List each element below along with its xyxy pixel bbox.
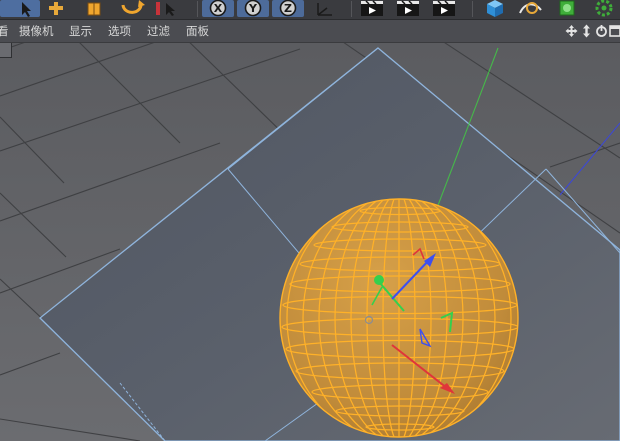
- cursor-recent-icon: [156, 2, 175, 16]
- toolbar-separator: [351, 1, 352, 17]
- viewport-corner-tab[interactable]: [0, 43, 12, 58]
- clapperboard-settings-icon: [433, 0, 455, 16]
- z-axis-lock-icon: Z: [279, 0, 297, 17]
- spline-pen-icon: [519, 2, 542, 14]
- viewport-menubar: 看 摄像机 显示 选项 过滤 面板: [0, 20, 620, 43]
- rotate-tool-button[interactable]: [117, 0, 151, 17]
- perspective-viewport[interactable]: [0, 43, 620, 441]
- cloner-icon: [595, 0, 613, 17]
- maximize-view-icon[interactable]: [609, 24, 620, 38]
- clapperboard-icon: [361, 0, 383, 16]
- cube-icon: [487, 0, 503, 17]
- toolbar-separator: [472, 1, 473, 17]
- move-view-icon[interactable]: [565, 24, 578, 38]
- coordinate-system-button[interactable]: [310, 0, 342, 17]
- y-axis-label: Y: [248, 2, 258, 15]
- lock-y-axis-button[interactable]: Y: [237, 0, 269, 17]
- move-cross-icon: [49, 2, 63, 15]
- scale-cube-icon: [87, 2, 101, 16]
- menu-options[interactable]: 选项: [108, 23, 131, 39]
- gizmo-y-handle[interactable]: [374, 275, 384, 285]
- selection-tool-button[interactable]: [0, 0, 40, 17]
- recent-tools-button[interactable]: [154, 0, 192, 17]
- clapperboard-play-icon: [397, 0, 419, 16]
- menu-view[interactable]: 看: [0, 23, 9, 39]
- coordinate-system-icon: [317, 3, 332, 16]
- z-axis-label: Z: [284, 2, 292, 15]
- add-cube-button[interactable]: [478, 0, 512, 17]
- add-spline-button[interactable]: [515, 0, 549, 17]
- render-settings-button[interactable]: [429, 0, 461, 17]
- scale-tool-button[interactable]: [80, 0, 110, 17]
- cinema4d-editor: X Y Z 看 摄像机 显示 选项 过滤 面板: [0, 0, 620, 441]
- dolly-view-icon[interactable]: [580, 24, 593, 38]
- x-axis-label: X: [214, 2, 223, 15]
- menu-display[interactable]: 显示: [69, 23, 92, 39]
- menu-cameras[interactable]: 摄像机: [19, 23, 54, 39]
- rotate-view-icon[interactable]: [595, 24, 608, 38]
- render-view-button[interactable]: [357, 0, 389, 17]
- menu-filter[interactable]: 过滤: [147, 23, 170, 39]
- y-axis-lock-icon: Y: [244, 0, 262, 17]
- add-array-button[interactable]: [589, 0, 620, 17]
- cursor-arrow-icon: [22, 2, 31, 17]
- x-axis-lock-icon: X: [209, 0, 227, 17]
- subdivision-surface-icon: [559, 0, 575, 16]
- lock-z-axis-button[interactable]: Z: [272, 0, 304, 17]
- render-to-picture-viewer-button[interactable]: [393, 0, 425, 17]
- main-toolbar: X Y Z: [0, 0, 620, 20]
- lock-x-axis-button[interactable]: X: [202, 0, 234, 17]
- menu-panel[interactable]: 面板: [186, 23, 209, 39]
- rotate-arrow-icon: [121, 0, 145, 14]
- move-tool-button[interactable]: [43, 0, 73, 17]
- viewport-canvas[interactable]: [0, 43, 620, 441]
- toolbar-separator: [197, 1, 198, 17]
- add-generator-button[interactable]: [552, 0, 586, 17]
